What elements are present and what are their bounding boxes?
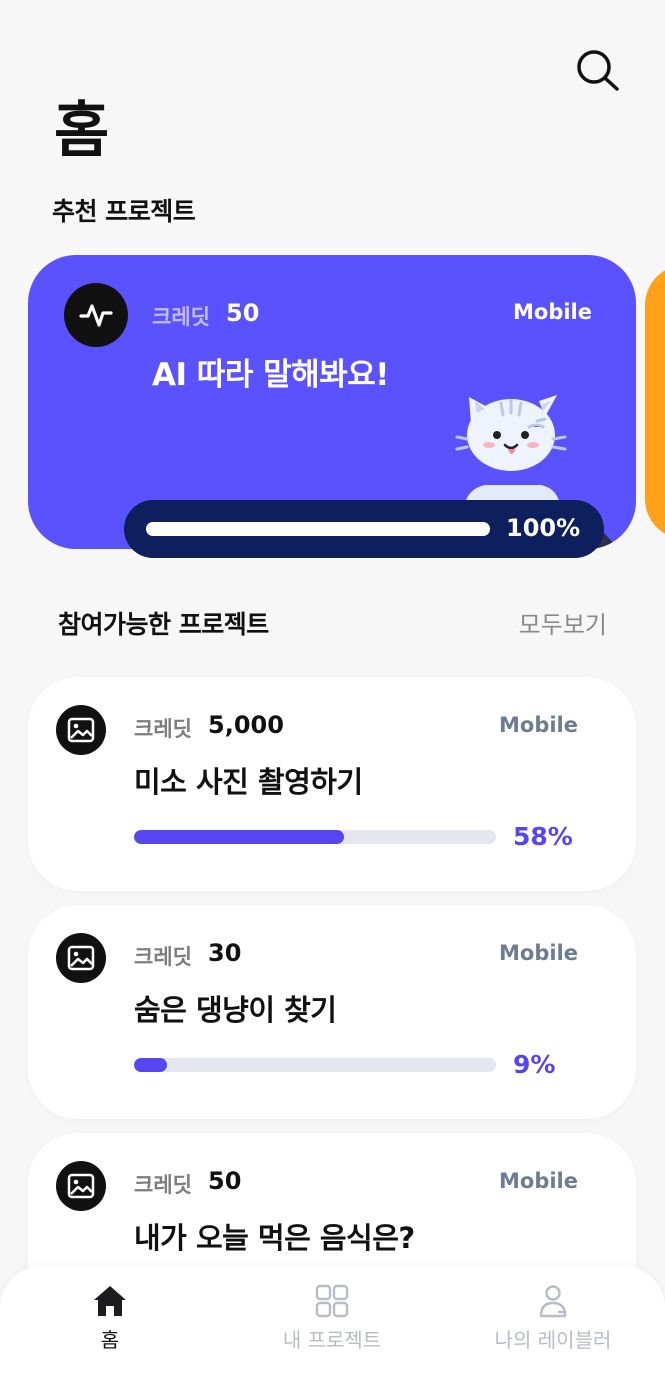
- credit-label: 크레딧: [134, 717, 192, 741]
- progress-fill: [146, 522, 490, 536]
- credit-label: 크레딧: [134, 945, 192, 969]
- page-title: 홈: [54, 96, 109, 166]
- credit-value: 50: [226, 299, 260, 327]
- nav-item-my-projects[interactable]: 내 프로젝트: [232, 1284, 432, 1364]
- progress-track: [134, 830, 496, 844]
- home-icon: [94, 1286, 126, 1316]
- see-all-link[interactable]: 모두보기: [519, 605, 607, 640]
- image-icon: [56, 705, 106, 755]
- platform-label: Mobile: [499, 1169, 578, 1193]
- progress-fill: [134, 830, 344, 844]
- credit-label: 크레딧: [152, 305, 210, 329]
- project-title: 숨은 댕냥이 찾기: [134, 993, 337, 1027]
- platform-label: Mobile: [499, 713, 578, 737]
- project-title: 미소 사진 촬영하기: [134, 765, 363, 799]
- project-card[interactable]: 크레딧 30 Mobile 숨은 댕냥이 찾기 9%: [28, 905, 636, 1119]
- progress-percent: 9%: [513, 1050, 556, 1079]
- progress-percent: 100%: [506, 514, 581, 542]
- credit-label: 크레딧: [134, 1173, 192, 1197]
- platform-label: Mobile: [513, 300, 592, 324]
- grid-icon: [315, 1284, 349, 1318]
- progress-track: [146, 522, 490, 536]
- project-card[interactable]: 크레딧 5,000 Mobile 미소 사진 촬영하기 58%: [28, 677, 636, 891]
- nav-label: 내 프로젝트: [282, 1328, 382, 1352]
- nav-label: 나의 레이블러: [494, 1328, 612, 1352]
- image-icon: [56, 1161, 106, 1211]
- progress-track: [134, 1058, 496, 1072]
- progress-percent: 58%: [513, 822, 573, 851]
- nav-item-home[interactable]: 홈: [10, 1284, 210, 1364]
- next-featured-card[interactable]: [645, 265, 665, 539]
- credit-value: 5,000: [208, 711, 284, 739]
- image-icon: [56, 933, 106, 983]
- search-icon: [577, 50, 619, 91]
- home-screen: 홈 추천 프로젝트 크레딧 50 Mobile AI 따라 말해봐요! 100%…: [0, 0, 665, 1384]
- credit-value: 30: [208, 939, 242, 967]
- activity-icon: [64, 283, 128, 347]
- available-section-title: 참여가능한 프로젝트: [58, 610, 269, 639]
- user-icon: [539, 1285, 567, 1318]
- nav-label: 홈: [100, 1328, 120, 1352]
- search-button[interactable]: [574, 48, 622, 94]
- project-title: 내가 오늘 먹은 음식은?: [134, 1221, 415, 1255]
- bottom-navigation: 홈 내 프로젝트 나의 레이블러: [0, 1266, 665, 1384]
- recommended-section-title: 추천 프로젝트: [52, 197, 196, 226]
- credit-value: 50: [208, 1167, 242, 1195]
- progress-fill: [134, 1058, 167, 1072]
- project-title: AI 따라 말해봐요!: [152, 357, 389, 393]
- featured-progress: 100%: [124, 500, 604, 558]
- nav-item-my-labeler[interactable]: 나의 레이블러: [453, 1284, 653, 1364]
- platform-label: Mobile: [499, 941, 578, 965]
